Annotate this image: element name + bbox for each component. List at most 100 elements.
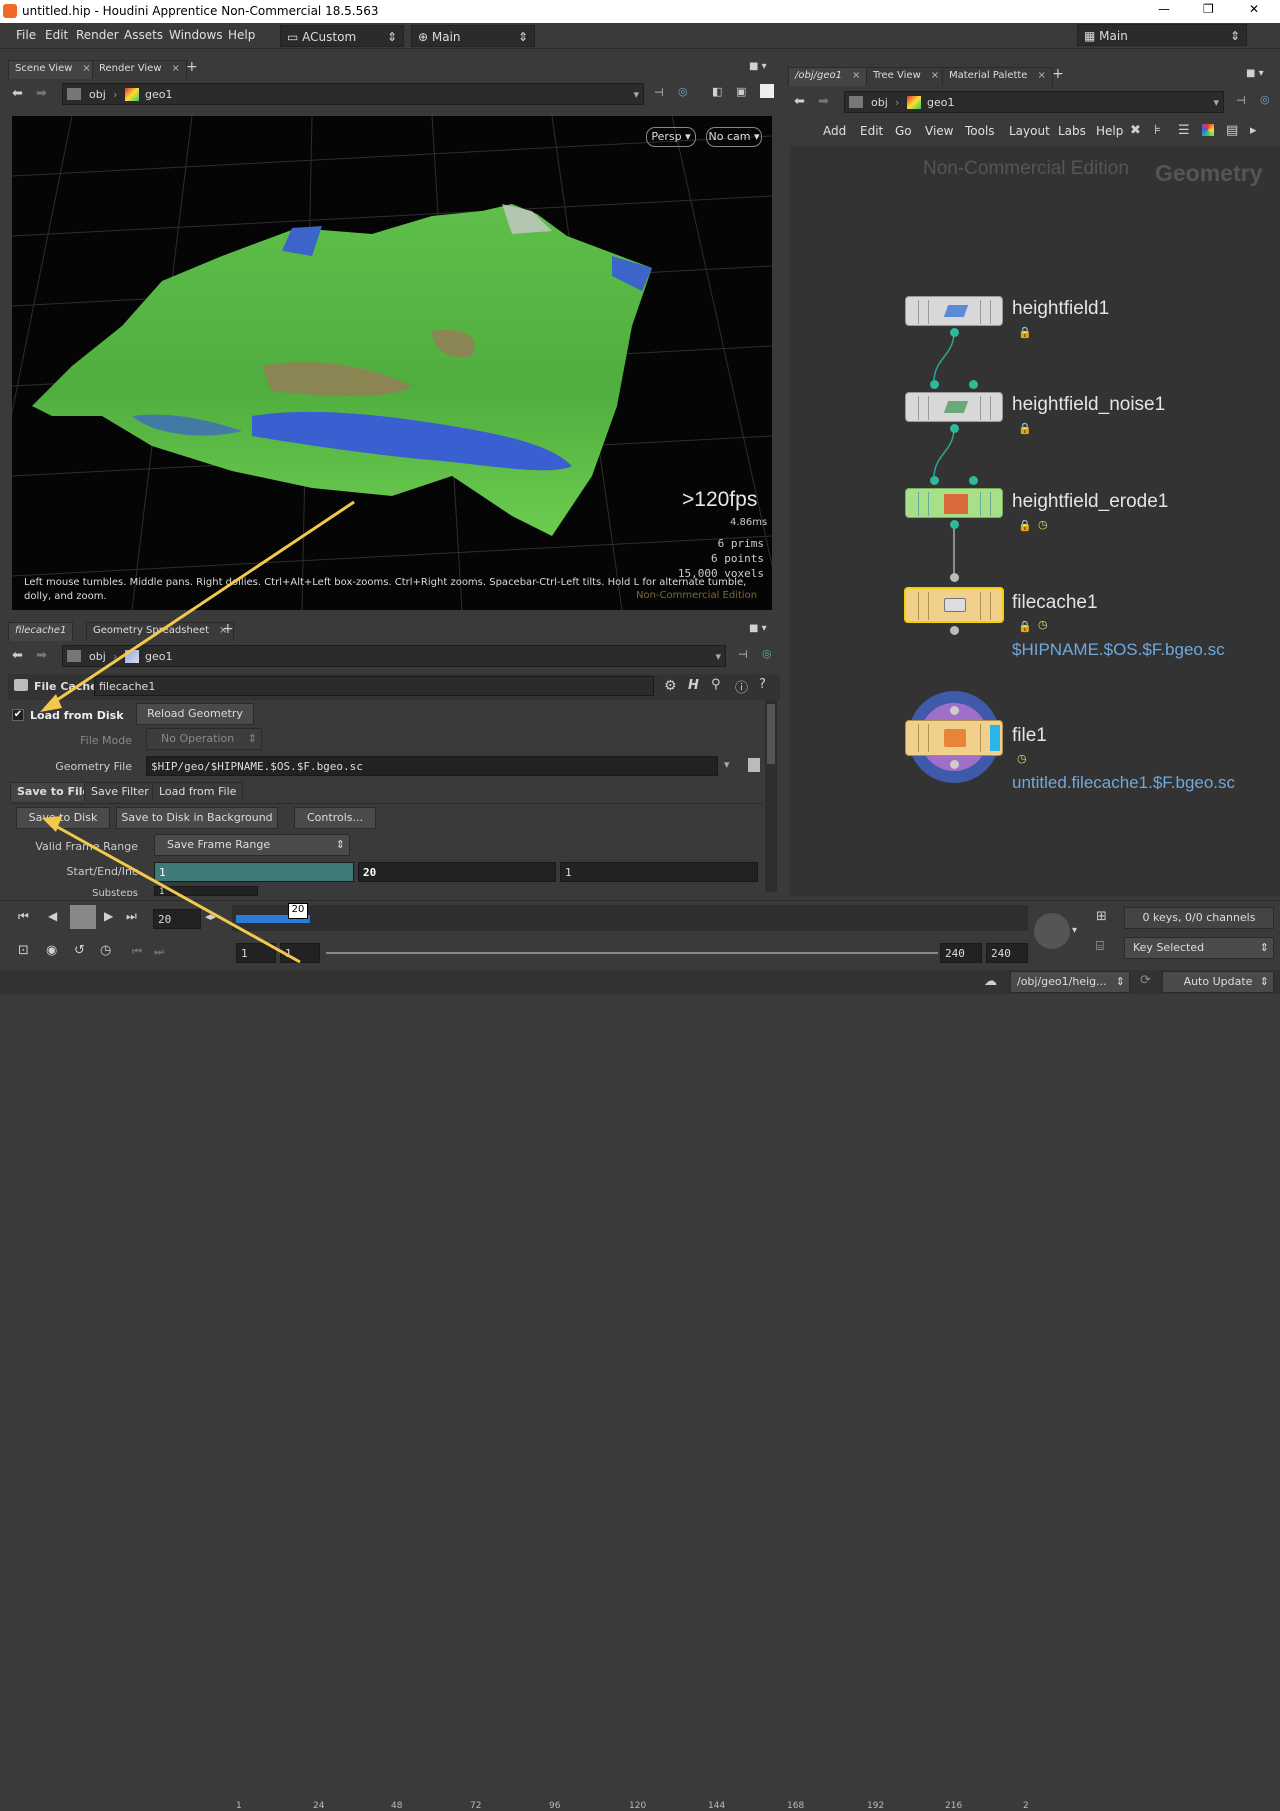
net-menu-edit[interactable]: Edit [860,124,883,138]
close-icon[interactable]: × [172,63,180,74]
menu-edit[interactable]: Edit [45,28,68,42]
node-heightfield-noise1[interactable] [905,392,1003,422]
node-file1[interactable] [905,720,1003,756]
valid-frame-range-menu[interactable]: Save Frame Range ⇕ [154,834,350,856]
net-menu-layout[interactable]: Layout [1009,124,1050,138]
camera-menu[interactable]: No cam ▾ [706,127,762,147]
graph-icon[interactable]: ⌸ [1096,939,1104,954]
display-flag[interactable] [990,725,1000,751]
reload-geometry-button[interactable]: Reload Geometry [136,703,254,725]
node-heightfield1[interactable] [905,296,1003,326]
output-connector[interactable] [950,760,959,769]
playback-end-field[interactable]: 240 [940,943,982,963]
range-start-field[interactable]: 1 [236,943,276,963]
key-icon[interactable] [1034,913,1070,949]
geometry-file-field[interactable]: $HIP/geo/$HIPNAME.$OS.$F.bgeo.sc [146,756,718,776]
loop-icon[interactable]: ↺ [74,943,85,958]
info-icon[interactable]: ⓘ [735,677,748,696]
tab-tree-view[interactable]: Tree View × [866,67,947,86]
controls-button[interactable]: Controls... [294,807,376,829]
param-scrollbar[interactable] [765,700,777,892]
menu-windows[interactable]: Windows [169,28,223,42]
help-h-icon[interactable]: H [688,678,699,693]
snapshot-icon[interactable]: ▣ [736,85,746,98]
close-icon[interactable]: × [82,63,90,74]
key-mode-menu[interactable]: Key Selected ⇕ [1124,937,1274,959]
path-field[interactable]: obj › geo1 ▾ [62,83,644,105]
file-mode-menu[interactable]: No Operation ⇕ [146,728,262,750]
lock-icon[interactable]: 🔒 [1018,620,1032,633]
output-connector[interactable] [950,328,959,337]
pin-icon[interactable]: ⊣ [1236,94,1246,107]
audio-icon[interactable]: ◉ [46,943,57,958]
net-menu-help[interactable]: Help [1096,124,1123,138]
network-canvas[interactable]: Non-Commercial Edition Geometry heightfi… [790,146,1280,896]
tools-icon[interactable]: ✖ [1130,123,1141,138]
gear-icon[interactable]: ⚙ [664,678,677,694]
clock-icon[interactable]: ◷ [100,943,111,958]
tab-save-filter[interactable]: Save Filter [84,782,156,801]
jump-start-icon[interactable]: ⏮ [18,909,29,924]
next-key-icon[interactable]: ⏭ [154,945,164,959]
list-icon[interactable]: ☰ [1178,123,1190,138]
tab-geometry-spreadsheet[interactable]: Geometry Spreadsheet × [86,622,235,641]
input-connector[interactable] [969,380,978,389]
minimize-button[interactable]: — [1158,2,1170,16]
timeline-slider[interactable]: 20 [232,903,1028,931]
tab-scene-view[interactable]: Scene View × [8,60,98,79]
viewport[interactable]: Persp ▾ No cam ▾ >120fps 4.86ms 6 prims … [12,116,772,610]
current-frame-marker[interactable]: 20 [288,903,308,919]
stop-button[interactable] [70,905,96,929]
link-icon[interactable]: ◎ [1260,93,1270,106]
range-end-field[interactable]: 240 [986,943,1028,963]
question-icon[interactable]: ? [759,677,766,692]
right-context-dropdown[interactable]: ▦ Main ⇕ [1077,24,1247,46]
output-connector[interactable] [950,424,959,433]
channel-list-icon[interactable]: ⊞ [1096,909,1107,924]
status-path-field[interactable]: /obj/geo1/heig... ⇕ [1010,971,1130,993]
net-menu-labs[interactable]: Labs [1058,124,1086,138]
pane-menu-icon[interactable]: ■ ▾ [749,623,767,634]
jump-end-icon[interactable]: ⏭ [126,909,137,924]
substeps-field[interactable]: 1 [154,886,258,897]
tab-filecache1[interactable]: filecache1 [8,622,74,641]
prev-key-icon[interactable]: ⏮ [132,945,142,959]
net-menu-view[interactable]: View [925,124,953,138]
chevron-down-icon[interactable]: ▾ [1213,96,1219,109]
add-tab-icon[interactable]: + [1052,66,1064,82]
close-icon[interactable]: × [852,70,860,81]
node-name-field[interactable]: filecache1 [94,676,654,696]
chevron-down-icon[interactable]: ▾ [724,758,730,771]
start-frame-field[interactable]: 1 [154,862,354,882]
link-icon[interactable]: ◎ [762,647,772,660]
tab-material-palette[interactable]: Material Palette × [942,67,1053,86]
cube-icon[interactable]: ◧ [712,85,722,98]
end-frame-field[interactable]: 20 [358,862,556,882]
color-palette-icon[interactable] [1202,124,1214,136]
pane-menu-icon[interactable]: ■ ▾ [1246,68,1264,79]
back-arrow-icon[interactable]: ⬅ [12,86,23,101]
output-connector[interactable] [950,626,959,635]
chevron-down-icon[interactable]: ▾ [1072,925,1077,936]
realtime-icon[interactable]: ⊡ [18,943,29,958]
tab-load-from-file[interactable]: Load from File [152,782,244,801]
load-from-disk-checkbox[interactable]: ✔ [12,709,24,721]
input-connector[interactable] [969,476,978,485]
close-icon[interactable]: × [1037,70,1045,81]
close-icon[interactable]: × [931,70,939,81]
input-connector[interactable] [930,476,939,485]
tab-obj-geo1[interactable]: /obj/geo1 × [788,67,868,86]
keys-channels-button[interactable]: 0 keys, 0/0 channels [1124,907,1274,929]
file-browse-icon[interactable] [748,758,760,772]
chevron-down-icon[interactable]: ▾ [633,88,639,101]
step-icon[interactable]: ◂▸ [205,910,216,923]
net-menu-tools[interactable]: Tools [965,124,995,138]
save-to-disk-background-button[interactable]: Save to Disk in Background [116,807,278,829]
chevron-down-icon[interactable]: ▾ [715,650,721,663]
play-reverse-icon[interactable]: ◀ [48,909,57,923]
tab-render-view[interactable]: Render View × [92,60,187,79]
play-forward-icon[interactable]: ▶ [104,909,113,923]
menu-help[interactable]: Help [228,28,255,42]
pin-icon[interactable]: ⊣ [654,86,664,99]
forward-arrow-icon[interactable]: ➡ [36,648,47,663]
